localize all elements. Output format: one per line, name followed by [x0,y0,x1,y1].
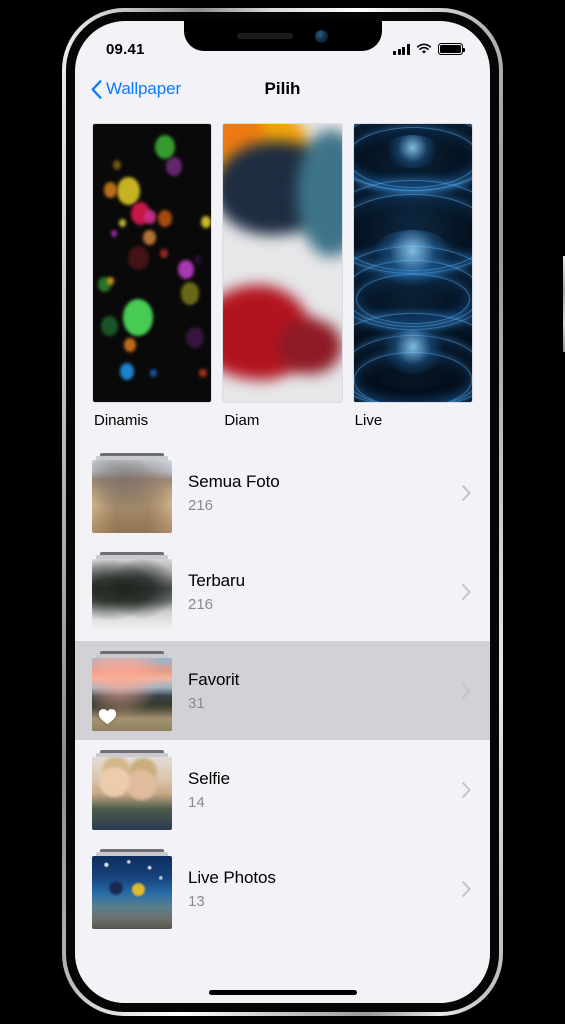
cellular-signal-icon [393,44,410,55]
album-count: 13 [188,892,205,910]
album-count: 216 [188,595,214,613]
bokeh-circle [107,276,115,286]
bokeh-circle [180,282,200,306]
chevron-left-icon [91,79,102,99]
bokeh-circle [122,299,154,336]
status-indicators [393,43,465,55]
grayscale-landscape-thumbnail [92,558,172,632]
back-button-label: Wallpaper [106,79,182,98]
bokeh-circle [142,229,156,246]
back-button[interactable]: Wallpaper [91,79,181,99]
bokeh-circle [149,368,157,378]
album-title: Selfie [188,768,230,788]
home-indicator-bar[interactable] [208,990,357,995]
still-abstract-wallpaper[interactable] [222,123,343,403]
bokeh-circle [200,215,212,229]
album-row[interactable]: Live Photos 13 [75,839,490,938]
wallpaper-glow [370,229,456,286]
album-thumbnail-stack [92,551,172,632]
album-title: Favorit [188,669,240,689]
wallpaper-caption: Live [354,412,383,429]
bokeh-circle [119,218,127,228]
bokeh-circle [160,249,168,258]
bokeh-circle [120,363,135,381]
chevron-right-icon[interactable] [462,484,471,501]
phone-screen: 09.41 Wallpaper Pilih Dinamis Diam Live … [75,21,490,1003]
bokeh-circle [178,260,194,279]
album-count: 14 [188,793,205,811]
album-row[interactable]: Semua Foto 216 [75,443,490,542]
dynamic-bokeh-wallpaper[interactable] [92,123,213,403]
chevron-right-icon[interactable] [462,781,471,798]
beach-dusk-thumbnail [92,855,172,929]
device-bezel: 09.41 Wallpaper Pilih Dinamis Diam Live … [66,12,499,1012]
album-thumbnail-stack [92,749,172,830]
content-scroll-area[interactable]: Dinamis Diam Live Semua Foto 216 Terbaru 21… [75,113,490,1003]
chevron-right-icon[interactable] [462,880,471,897]
bokeh-circle [199,368,207,378]
album-thumbnail-stack [92,848,172,929]
live-blue-arcs-wallpaper[interactable] [352,123,473,403]
bokeh-circle [193,254,202,265]
bokeh-circle [123,338,136,353]
wallpaper-caption: Diam [224,412,260,429]
chevron-right-icon[interactable] [462,583,471,600]
album-list: Semua Foto 216 Terbaru 216 Favorit 31 Selfie 14… [75,443,490,938]
bokeh-circle [101,315,118,336]
bokeh-circle [143,210,156,225]
bokeh-circle [113,160,122,171]
wallpaper-category-live[interactable]: Live [352,123,473,429]
wallpaper-category-grid: Dinamis Diam Live [75,113,490,429]
album-text: Semua Foto 216 [188,472,462,514]
thumbnail-detail-overlay [92,855,172,929]
status-time: 09.41 [106,40,145,58]
bokeh-circle [166,157,182,176]
bokeh-circle [110,229,117,237]
album-count: 216 [188,496,214,514]
album-row[interactable]: Selfie 14 [75,740,490,839]
wallpaper-blob [277,318,342,375]
album-text: Selfie 14 [188,769,462,811]
two-boys-selfie-thumbnail [92,756,172,830]
desert-landscape-thumbnail [92,459,172,533]
album-count: 31 [188,694,205,712]
front-camera [315,29,328,43]
bokeh-circle [154,135,175,160]
album-text: Favorit 31 [188,670,462,712]
bokeh-circle [116,176,141,206]
earpiece-speaker [237,33,293,39]
thumbnail-detail-overlay [92,459,172,533]
navigation-bar: Wallpaper Pilih [75,65,490,113]
album-thumbnail-stack [92,650,172,731]
album-title: Live Photos [188,867,276,887]
notch [183,21,382,51]
thumbnail-detail-overlay [92,756,172,830]
thumbnail-detail-overlay [92,558,172,632]
album-row[interactable]: Terbaru 216 [75,542,490,641]
bokeh-circle [103,182,117,198]
bokeh-circle [186,326,205,349]
bokeh-circle [128,246,149,271]
album-text: Terbaru 216 [188,571,462,613]
wallpaper-caption: Dinamis [94,412,149,429]
wallpaper-glow [379,329,446,375]
wifi-icon [416,43,432,54]
wallpaper-category-dinamis[interactable]: Dinamis [92,123,213,429]
wallpaper-category-diam[interactable]: Diam [222,123,343,429]
album-text: Live Photos 13 [188,868,462,910]
chevron-right-icon[interactable] [462,682,471,699]
battery-full-icon [438,43,465,55]
heart-filled-icon [98,708,117,724]
device-frame: 09.41 Wallpaper Pilih Dinamis Diam Live … [62,8,565,1016]
album-title: Terbaru [188,570,245,590]
album-thumbnail-stack [92,452,172,533]
album-title: Semua Foto [188,471,280,491]
album-row[interactable]: Favorit 31 [75,641,490,740]
bokeh-circle [158,210,173,228]
